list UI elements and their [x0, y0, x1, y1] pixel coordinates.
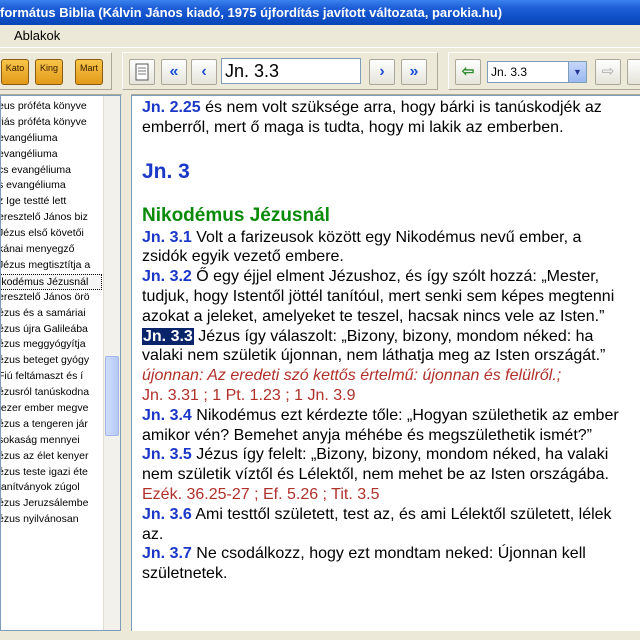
verse-text: nem születik víztől és Lélektől, nem meh… [142, 466, 609, 484]
back-green-arrow-icon[interactable]: ⇦ [455, 59, 481, 85]
list-item[interactable]: tezer ember megve [1, 401, 102, 417]
navigation-group: « ‹ Jn. 3.3 › » [122, 52, 438, 90]
verse-text: zsidók egyik vezető embere. [142, 248, 344, 266]
verse-text: születnetek. [142, 565, 228, 583]
list-item[interactable]: cs evangéliuma [1, 163, 102, 179]
verse-ref[interactable]: Jn. 3.6 [142, 506, 192, 523]
last-chapter-button[interactable]: » [401, 59, 427, 85]
dropdown-arrow-icon[interactable]: ▼ [568, 62, 586, 82]
right-arrow-icon: › [379, 63, 385, 80]
list-item[interactable]: ézus meggyógyítja [1, 337, 102, 353]
history-value: Jn. 3.3 [491, 65, 528, 79]
verse-text: valaki nem születik újonnan, nem láthatj… [142, 347, 606, 365]
history-group: ⇦ Jn. 3.3 ▼ ⇨ [448, 52, 640, 90]
verse-ref[interactable]: Jn. 3.2 [142, 268, 192, 285]
list-item[interactable]: eresztelő János biz [1, 210, 102, 226]
mart-label: Mart [80, 63, 98, 73]
verse-text: és nem volt szüksége arra, hogy bárki is… [200, 99, 602, 116]
window-title: formátus Biblia (Kálvin János kiadó, 197… [0, 5, 503, 20]
list-item[interactable]: tanítványok zúgol [1, 480, 102, 496]
verse-text: Ő egy éjjel elment Jézushoz, és így szól… [191, 268, 600, 286]
verse-text: Jézus így válaszolt: „Bizony, bizony, mo… [193, 327, 594, 345]
verse-ref[interactable]: Jn. 3.5 [142, 446, 192, 463]
verse-text: emberről, mert ő maga is tudta, hogy mi … [142, 118, 564, 136]
pane-splitter[interactable] [122, 93, 131, 633]
verse-text: amikor vén? Bemehet anyja méhébe és megs… [142, 426, 592, 444]
verse-text: Ami testtől született, test az, és ami L… [191, 505, 612, 523]
history-select[interactable]: Jn. 3.3 ▼ [487, 61, 587, 83]
list-item[interactable]: Fiú feltámaszt és í [1, 369, 102, 385]
chapter-outline-list[interactable]: eus próféta könyve riás próféta könyve e… [0, 95, 121, 631]
title-bar: formátus Biblia (Kálvin János kiadó, 197… [0, 0, 640, 25]
verse-text: Nikodémus ezt kérdezte tőle: „Hogyan szü… [191, 406, 619, 424]
list-item[interactable]: ézus és a samáriai [1, 306, 102, 322]
list-item[interactable]: s evangéliuma [1, 178, 102, 194]
left-arrow-icon: ‹ [201, 63, 207, 80]
verse-ref[interactable]: Jn. 2.25 [142, 99, 201, 116]
list-item[interactable]: ézus újra Galileába [1, 322, 102, 338]
list-item[interactable]: riás próféta könyve [1, 115, 102, 131]
double-left-arrow-icon: « [169, 63, 179, 80]
verse-ref-selected[interactable]: Jn. 3.3 [142, 327, 194, 345]
toolbar: Kato King Mart « ‹ Jn. 3.3 › » ⇦ Jn. 3.3… [0, 47, 640, 95]
reference-input[interactable]: Jn. 3.3 [221, 58, 361, 84]
list-item[interactable]: sokaság mennyei [1, 433, 102, 449]
footnote: újonnan: Az eredeti szó kettős értelmű: … [142, 367, 562, 385]
scrollbar-thumb[interactable] [105, 356, 119, 436]
verse-text: az. [142, 525, 164, 543]
extra-button[interactable] [627, 59, 640, 85]
verse-text: Jézus így felelt: „Bizony, bizony, mondo… [191, 446, 609, 464]
verse-ref[interactable]: Jn. 3.7 [142, 545, 192, 562]
king-label: King [39, 63, 58, 73]
prev-verse-button[interactable]: ‹ [191, 59, 217, 85]
list-item[interactable]: ézus Jeruzsálembe [1, 496, 102, 512]
book-buttons-group: Kato King Mart [0, 52, 112, 90]
kato-label: Kato [5, 63, 25, 73]
list-item[interactable]: ézus a tengeren jár [1, 417, 102, 433]
verse-text: Volt a farizeusok között egy Nikodémus n… [191, 228, 582, 246]
bible-text-pane: Jn. 2.25 és nem volt szüksége arra, hogy… [131, 95, 640, 631]
list-item[interactable]: eus próféta könyve [1, 99, 102, 115]
list-item[interactable]: ézus nyilvánosan [1, 512, 102, 528]
section-heading: Nikodémus Jézusnál [142, 204, 330, 226]
cross-references[interactable]: Ezék. 36.25-27 ; Ef. 5.26 ; Tit. 3.5 [142, 485, 640, 505]
verse-ref[interactable]: Jn. 3.4 [142, 407, 192, 424]
list-item[interactable]: z Ige testté lett [1, 194, 102, 210]
verse-text: tudjuk, hogy Istentől jöttél tanítóul, m… [142, 287, 615, 305]
list-item-selected[interactable]: ikodémus Jézusnál [1, 273, 102, 290]
menu-bar: Ablakok [0, 25, 640, 47]
king-book-button[interactable]: King [35, 59, 63, 85]
forward-arrow-icon: ⇨ [595, 59, 621, 85]
list-item[interactable]: evangéliuma [1, 147, 102, 163]
kato-book-button[interactable]: Kato [1, 59, 29, 85]
double-right-arrow-icon: » [409, 63, 419, 80]
window-bottom-edge [0, 631, 640, 640]
cross-references[interactable]: Jn. 3.31 ; 1 Pt. 1.23 ; 1 Jn. 3.9 [142, 386, 640, 406]
chapter-heading: Jn. 3 [142, 159, 190, 183]
list-item[interactable]: Jézus megtisztítja a [1, 258, 102, 274]
mart-book-button[interactable]: Mart [75, 59, 103, 85]
document-icon[interactable] [129, 59, 155, 85]
verse-text: azokat a jeleket, amelyeket te teszel, h… [142, 307, 605, 325]
verse-ref[interactable]: Jn. 3.1 [142, 229, 192, 246]
list-item[interactable]: kánai menyegző [1, 242, 102, 258]
menu-ablakok[interactable]: Ablakok [14, 28, 60, 43]
list-item[interactable]: eresztelő János örö [1, 290, 102, 306]
verse-text: Ne csodálkozz, hogy ezt mondtam neked: Ú… [191, 545, 586, 563]
list-item[interactable]: ézus az élet kenyer [1, 449, 102, 465]
first-chapter-button[interactable]: « [161, 59, 187, 85]
list-item[interactable]: evangéliuma [1, 131, 102, 147]
list-item[interactable]: Jézus első követői [1, 226, 102, 242]
list-item[interactable]: ézus beteget gyógy [1, 353, 102, 369]
list-item[interactable]: ézusról tanúskodna [1, 385, 102, 401]
next-verse-button[interactable]: › [369, 59, 395, 85]
list-item[interactable]: ézus teste igazi éte [1, 465, 102, 481]
sidebar-scrollbar[interactable] [103, 96, 120, 630]
